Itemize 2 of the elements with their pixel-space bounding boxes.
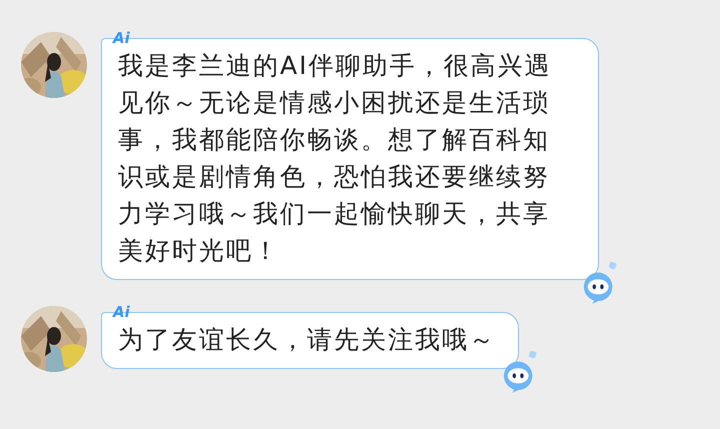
message-text: 我是李兰迪的AI伴聊助手，很高兴遇见你～无论是情感小困扰还是生活琐事，我都能陪你畅谈。想了解百科知识或是剧情角色，恐怕我还要继续努力学习哦～我们一起愉快聊天，共享美好时光吧！ — [118, 50, 552, 267]
message-text: 为了友谊长久，请先关注我哦～ — [118, 324, 496, 356]
